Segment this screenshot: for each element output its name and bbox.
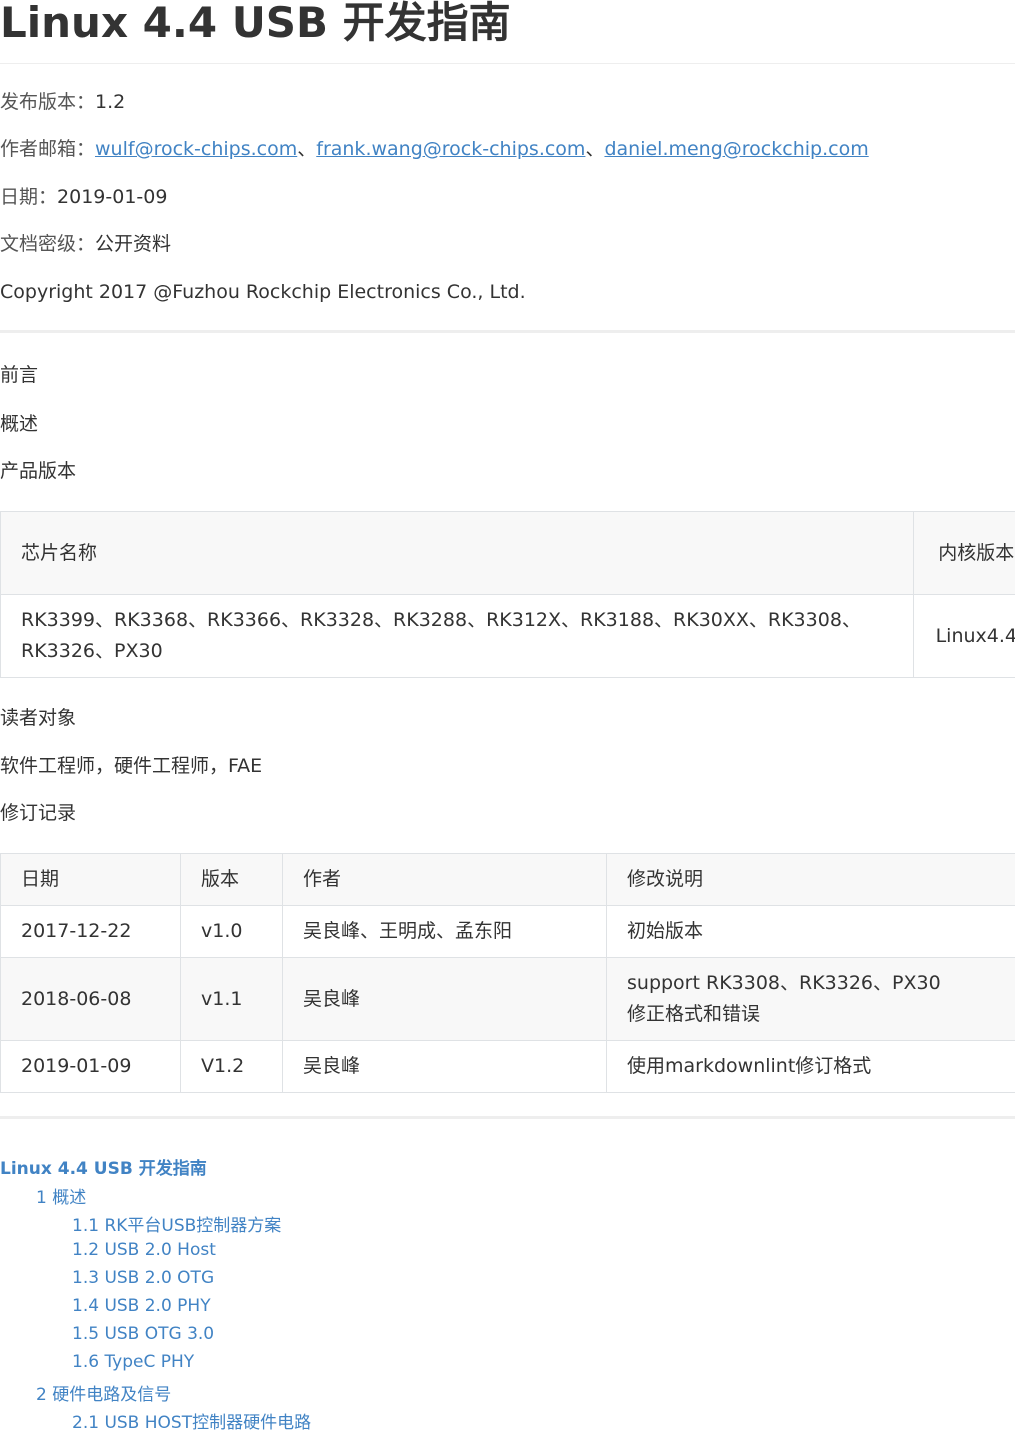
table-row: 2019-01-09 V1.2 吴良峰 使用markdownlint修订格式: [1, 1041, 1015, 1093]
revision-version: V1.2: [181, 1041, 283, 1093]
table-header-row: 日期 版本 作者 修改说明: [1, 854, 1015, 906]
toc-link[interactable]: 1.6 TypeC PHY: [72, 1352, 194, 1372]
toc-link[interactable]: 2 硬件电路及信号: [36, 1380, 171, 1405]
revision-description: support RK3308、RK3326、PX30 修正格式和错误: [607, 958, 1015, 1041]
revision-version: v1.1: [181, 958, 283, 1041]
toc-link[interactable]: 1.1 RK平台USB控制器方案: [72, 1211, 281, 1236]
toc-link[interactable]: 1 概述: [36, 1183, 86, 1208]
audience-heading: 读者对象: [0, 706, 76, 730]
header-description: 修改说明: [607, 854, 1015, 906]
revision-description: 初始版本: [607, 906, 1015, 958]
overview-heading: 概述: [0, 412, 38, 436]
toc-divider: [0, 1116, 1015, 1119]
revision-heading: 修订记录: [0, 801, 76, 825]
revision-description: 使用markdownlint修订格式: [607, 1041, 1015, 1093]
audience-text: 软件工程师，硬件工程师，FAE: [0, 754, 262, 778]
chip-names-line-1: RK3399、RK3368、RK3366、RK3328、RK3288、RK312…: [21, 605, 893, 636]
doc-date: 日期：2019-01-09: [0, 185, 167, 209]
revision-author: 吴良峰: [283, 1041, 607, 1093]
table-row: RK3399、RK3368、RK3366、RK3328、RK3288、RK312…: [1, 595, 1015, 678]
preface-heading: 前言: [0, 363, 38, 387]
security-level: 文档密级：公开资料: [0, 232, 171, 256]
email-separator: 、: [297, 138, 316, 160]
revision-table: 日期 版本 作者 修改说明 2017-12-22 v1.0 吴良峰、王明成、孟东…: [0, 853, 1015, 1093]
header-date: 日期: [1, 854, 181, 906]
chip-names-cell: RK3399、RK3368、RK3366、RK3328、RK3288、RK312…: [1, 595, 914, 678]
header-kernel-version: 内核版本: [913, 512, 1015, 595]
email-link-frank[interactable]: frank.wang@rock-chips.com: [316, 138, 585, 160]
release-version-label: 发布版本：: [0, 91, 95, 113]
copyright: Copyright 2017 @Fuzhou Rockchip Electron…: [0, 280, 526, 304]
table-row: 2018-06-08 v1.1 吴良峰 support RK3308、RK332…: [1, 958, 1015, 1041]
kernel-version-cell: Linux4.4: [913, 595, 1015, 678]
revision-author: 吴良峰: [283, 958, 607, 1041]
table-of-contents: Linux 4.4 USB 开发指南 1 概述 1.1 RK平台USB控制器方案…: [0, 1154, 1015, 1427]
revision-date: 2018-06-08: [1, 958, 181, 1041]
revision-date: 2017-12-22: [1, 906, 181, 958]
toc-link[interactable]: 1.3 USB 2.0 OTG: [72, 1268, 214, 1288]
security-level-value: 公开资料: [95, 233, 171, 255]
author-emails: 作者邮箱：wulf@rock-chips.com、frank.wang@rock…: [0, 137, 869, 161]
meta-divider: [0, 330, 1015, 333]
chip-names-line-2: RK3326、PX30: [21, 636, 893, 667]
toc-link[interactable]: 1.4 USB 2.0 PHY: [72, 1296, 211, 1316]
header-author: 作者: [283, 854, 607, 906]
doc-date-value: 2019-01-09: [57, 186, 167, 208]
table-row: 2017-12-22 v1.0 吴良峰、王明成、孟东阳 初始版本: [1, 906, 1015, 958]
doc-date-label: 日期：: [0, 186, 57, 208]
email-separator: 、: [585, 138, 604, 160]
release-version-value: 1.2: [95, 91, 125, 113]
toc-link[interactable]: 1.2 USB 2.0 Host: [72, 1240, 216, 1260]
table-header-row: 芯片名称 内核版本: [1, 512, 1015, 595]
revision-version: v1.0: [181, 906, 283, 958]
revision-description-line: support RK3308、RK3326、PX30: [627, 968, 1015, 999]
title-divider: [0, 63, 1015, 64]
release-version: 发布版本：1.2: [0, 90, 125, 114]
toc-link[interactable]: 2.1 USB HOST控制器硬件电路: [72, 1408, 311, 1433]
author-emails-label: 作者邮箱：: [0, 138, 95, 160]
email-link-daniel[interactable]: daniel.meng@rockchip.com: [604, 138, 868, 160]
revision-date: 2019-01-09: [1, 1041, 181, 1093]
revision-description-line: 初始版本: [627, 916, 1015, 947]
email-link-wulf[interactable]: wulf@rock-chips.com: [95, 138, 297, 160]
toc-link-title[interactable]: Linux 4.4 USB 开发指南: [0, 1154, 207, 1179]
revision-description-line: 修正格式和错误: [627, 999, 1015, 1030]
product-version-table: 芯片名称 内核版本 RK3399、RK3368、RK3366、RK3328、RK…: [0, 511, 1015, 678]
revision-description-line: 使用markdownlint修订格式: [627, 1051, 1015, 1082]
page-title: Linux 4.4 USB 开发指南: [0, 0, 511, 46]
header-chip-name: 芯片名称: [1, 512, 914, 595]
revision-author: 吴良峰、王明成、孟东阳: [283, 906, 607, 958]
toc-link[interactable]: 1.5 USB OTG 3.0: [72, 1324, 214, 1344]
product-version-heading: 产品版本: [0, 459, 76, 483]
security-level-label: 文档密级：: [0, 233, 95, 255]
header-version: 版本: [181, 854, 283, 906]
